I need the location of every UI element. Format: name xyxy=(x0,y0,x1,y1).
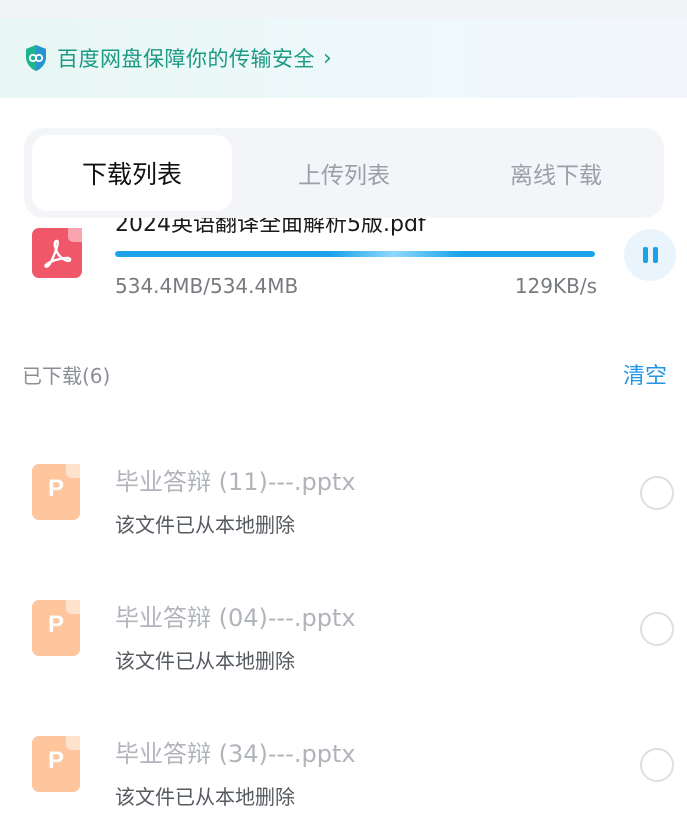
select-radio[interactable] xyxy=(640,476,674,510)
file-status: 该文件已从本地删除 xyxy=(115,785,295,809)
pptx-file-icon: P xyxy=(32,600,80,656)
download-progress-fill xyxy=(115,251,595,257)
clear-button[interactable]: 清空 xyxy=(623,358,667,390)
downloading-item[interactable]: 2024英语翻译全面解析5版.pdf 534.4MB/534.4MB 129KB… xyxy=(0,218,687,318)
download-size: 534.4MB/534.4MB xyxy=(115,274,299,298)
chevron-right-icon: › xyxy=(323,45,332,71)
downloaded-section-title: 已下载(6) xyxy=(22,364,111,388)
file-status: 该文件已从本地删除 xyxy=(115,513,295,537)
tab-bar: 下载列表 上传列表 离线下载 xyxy=(24,128,664,218)
download-speed: 129KB/s xyxy=(514,274,597,298)
tab-offline-download[interactable]: 离线下载 xyxy=(456,135,656,211)
shield-icon xyxy=(26,45,46,71)
select-radio[interactable] xyxy=(640,748,674,782)
tab-upload-list[interactable]: 上传列表 xyxy=(232,135,456,211)
downloading-file-name: 2024英语翻译全面解析5版.pdf xyxy=(115,218,426,237)
tab-download-list[interactable]: 下载列表 xyxy=(32,135,232,211)
download-progress-bar xyxy=(115,251,595,257)
list-item[interactable]: P 毕业答辩 (04)---.pptx 该文件已从本地删除 xyxy=(0,600,687,710)
banner-text: 百度网盘保障你的传输安全 xyxy=(57,47,315,71)
select-radio[interactable] xyxy=(640,612,674,646)
list-item[interactable]: P 毕业答辩 (11)---.pptx 该文件已从本地删除 xyxy=(0,464,687,574)
pause-icon xyxy=(642,247,648,263)
file-name: 毕业答辩 (34)---.pptx xyxy=(115,740,356,768)
pptx-file-icon: P xyxy=(32,464,80,520)
pause-button[interactable] xyxy=(624,229,676,281)
pdf-icon xyxy=(32,228,82,278)
file-name: 毕业答辩 (11)---.pptx xyxy=(115,468,356,496)
pptx-file-icon: P xyxy=(32,736,80,792)
top-strip xyxy=(0,0,687,18)
security-banner[interactable]: 百度网盘保障你的传输安全 › xyxy=(0,18,687,98)
file-name: 毕业答辩 (04)---.pptx xyxy=(115,604,356,632)
file-status: 该文件已从本地删除 xyxy=(115,649,295,673)
list-item[interactable]: P 毕业答辩 (34)---.pptx 该文件已从本地删除 xyxy=(0,736,687,824)
